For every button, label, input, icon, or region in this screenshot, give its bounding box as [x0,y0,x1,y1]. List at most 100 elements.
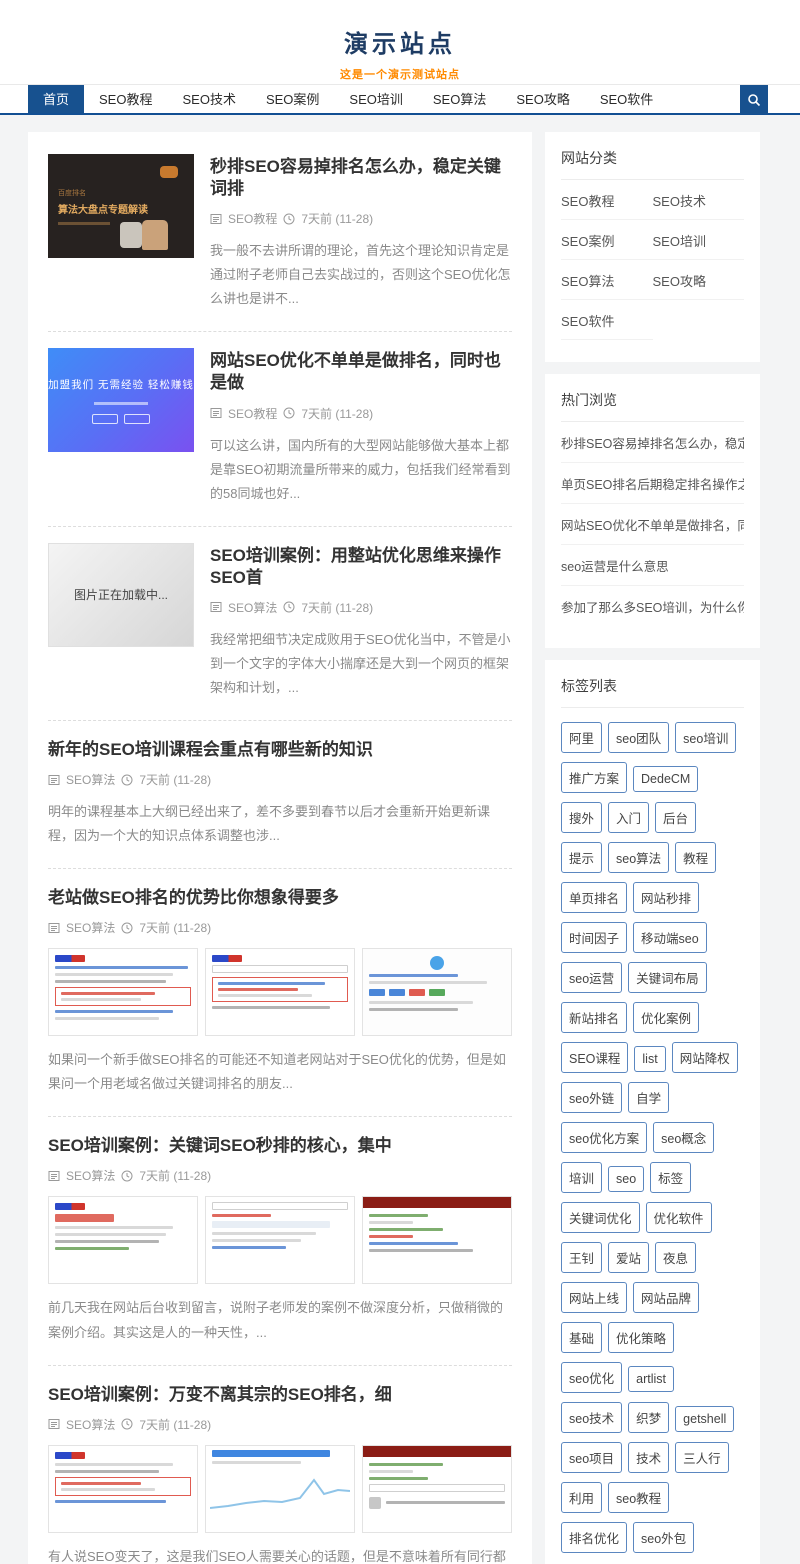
tag-link[interactable]: seo项目 [561,1442,622,1473]
tag-link[interactable]: seo外包 [633,1522,694,1553]
tag-link[interactable]: 优化案例 [633,1002,699,1033]
tag-link[interactable]: seo培训 [675,722,736,753]
tag-link[interactable]: DedeCM [633,766,698,792]
article-category[interactable]: SEO教程 [228,405,277,422]
tag-link[interactable]: 新站排名 [561,1002,627,1033]
tag-link[interactable]: 后台 [655,802,696,833]
article-category[interactable]: SEO算法 [66,919,115,936]
tag-link[interactable]: 网站品牌 [633,1282,699,1313]
nav-item-home[interactable]: 首页 [28,85,84,113]
hot-post-link[interactable]: 单页SEO排名后期稳定排名操作之长 [561,463,744,504]
tag-link[interactable]: 关键词优化 [561,1202,640,1233]
tag-link[interactable]: 爱站 [608,1242,649,1273]
tag-link[interactable]: seo算法 [608,842,669,873]
tag-link[interactable]: 标签 [650,1162,691,1193]
tag-link[interactable]: 教程 [675,842,716,873]
tag-link[interactable]: 三人行 [675,1442,729,1473]
tag-link[interactable]: 单页排名 [561,882,627,913]
tag-link[interactable]: 技术 [628,1442,669,1473]
tag-link[interactable]: 优化策略 [608,1322,674,1353]
thumb-loading-text: 图片正在加载中... [74,586,168,603]
tag-link[interactable]: 培训 [561,1162,602,1193]
tag-link[interactable]: 阿里 [561,722,602,753]
search-button[interactable] [740,85,768,114]
category-icon [48,922,60,934]
category-icon [210,601,222,613]
article-title[interactable]: 新年的SEO培训课程会重点有哪些新的知识 [48,739,512,761]
article-title[interactable]: SEO培训案例：用整站优化思维来操作SEO首 [210,545,512,589]
tag-link[interactable]: 时间因子 [561,922,627,953]
article-thumbnail-loading[interactable]: 图片正在加载中... [48,543,194,647]
article-category[interactable]: SEO算法 [66,1167,115,1184]
article-item: SEO培训案例：万变不离其宗的SEO排名，细 SEO算法 7天前 (11-28) [48,1366,512,1564]
tag-link[interactable]: seo [608,1166,644,1192]
tag-link[interactable]: 织梦 [628,1402,669,1433]
article-thumbnail[interactable]: 百度排名 算法大盘点专题解读 [48,154,194,258]
hot-post-link[interactable]: seo运营是什么意思 [561,545,744,586]
category-link[interactable]: SEO软件 [561,300,653,340]
tag-link[interactable]: seo概念 [653,1122,714,1153]
tag-link[interactable]: 基础 [561,1322,602,1353]
nav-item-seo-tutorial[interactable]: SEO教程 [84,85,167,113]
nav-item-seo-algorithm[interactable]: SEO算法 [418,85,501,113]
article-title[interactable]: SEO培训案例：万变不离其宗的SEO排名，细 [48,1384,512,1406]
category-icon [48,774,60,786]
category-icon [48,1418,60,1430]
clock-icon [121,922,133,934]
category-link[interactable]: SEO技术 [653,180,745,220]
tag-link[interactable]: 优化软件 [646,1202,712,1233]
category-link[interactable]: SEO案例 [561,220,653,260]
search-bar [212,1202,348,1210]
category-link[interactable]: SEO培训 [653,220,745,260]
tag-link[interactable]: seo优化方案 [561,1122,647,1153]
article-category[interactable]: SEO算法 [228,599,277,616]
tag-link[interactable]: seo优化 [561,1362,622,1393]
thumb-illustration [160,166,178,178]
category-link[interactable]: SEO算法 [561,260,653,300]
article-category[interactable]: SEO算法 [66,771,115,788]
nav-item-seo-tech[interactable]: SEO技术 [167,85,250,113]
tag-link[interactable]: 自学 [628,1082,669,1113]
tag-link[interactable]: seo团队 [608,722,669,753]
tag-link[interactable]: artlist [628,1366,674,1392]
nav-item-seo-training[interactable]: SEO培训 [334,85,417,113]
tag-link[interactable]: 网站上线 [561,1282,627,1313]
tag-link[interactable]: seo技术 [561,1402,622,1433]
hot-post-link[interactable]: 网站SEO优化不单单是做排名，同时 [561,504,744,545]
tag-link[interactable]: 网站降权 [672,1042,738,1073]
article-title[interactable]: 秒排SEO容易掉排名怎么办，稳定关键词排 [210,156,512,200]
tag-link[interactable]: getshell [675,1406,734,1432]
tag-link[interactable]: 关键词布局 [628,962,707,993]
article-thumbnail[interactable]: 加盟我们 无需经验 轻松赚钱 [48,348,194,452]
article-title[interactable]: 老站做SEO排名的优势比你想象得要多 [48,887,512,909]
tag-link[interactable]: 夜息 [655,1242,696,1273]
article-title[interactable]: SEO培训案例：关键词SEO秒排的核心，集中 [48,1135,512,1157]
nav-item-seo-software[interactable]: SEO软件 [585,85,668,113]
nav-item-seo-case[interactable]: SEO案例 [251,85,334,113]
hot-post-link[interactable]: 秒排SEO容易掉排名怎么办，稳定关键词排 [561,422,744,463]
category-link[interactable]: SEO教程 [561,180,653,220]
nav-item-seo-strategy[interactable]: SEO攻略 [501,85,584,113]
tag-link[interactable]: 提示 [561,842,602,873]
tag-link[interactable]: 网站秒排 [633,882,699,913]
site-title[interactable]: 演示站点 [0,24,800,59]
hot-post-link[interactable]: 参加了那么多SEO培训，为什么你还 [561,586,744,626]
article-category[interactable]: SEO教程 [228,210,277,227]
tag-link[interactable]: 推广方案 [561,762,627,793]
tag-link[interactable]: 排名优化 [561,1522,627,1553]
tag-link[interactable]: 移动端seo [633,922,707,953]
article-time: 7天前 (11-28) [139,919,211,936]
article-category[interactable]: SEO算法 [66,1416,115,1433]
tag-link[interactable]: SEO课程 [561,1042,628,1073]
article-title[interactable]: 网站SEO优化不单单是做排名，同时也是做 [210,350,512,394]
tag-link[interactable]: list [634,1046,665,1072]
tag-link[interactable]: seo外链 [561,1082,622,1113]
article-list: 百度排名 算法大盘点专题解读 秒排SEO容易掉排名怎么办，稳定关键词排 SEO教… [28,132,532,1564]
tag-link[interactable]: seo教程 [608,1482,669,1513]
tag-link[interactable]: 利用 [561,1482,602,1513]
tag-link[interactable]: 入门 [608,802,649,833]
category-link[interactable]: SEO攻略 [653,260,745,300]
tag-link[interactable]: 王钊 [561,1242,602,1273]
tag-link[interactable]: seo运营 [561,962,622,993]
tag-link[interactable]: 搜外 [561,802,602,833]
